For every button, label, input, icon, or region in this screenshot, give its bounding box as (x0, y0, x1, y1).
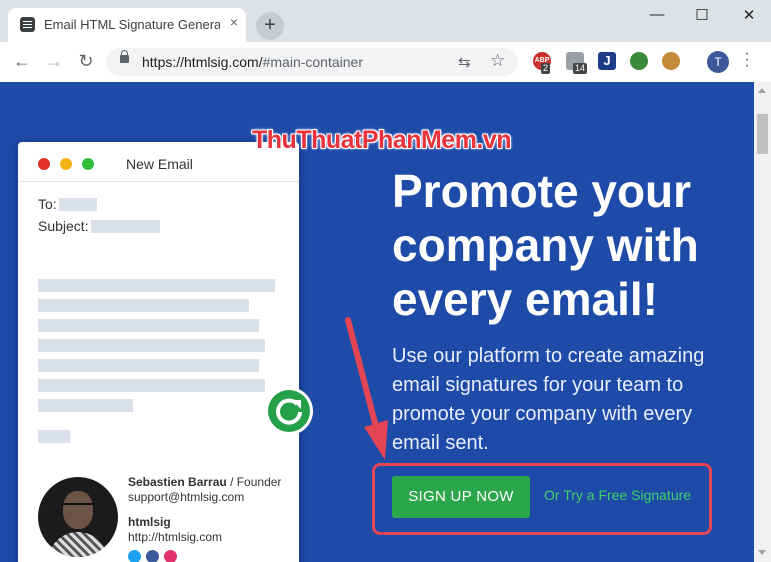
signature-company: htmlsig (128, 515, 171, 529)
address-bar[interactable]: https://htmlsig.com/#main-container ⇆ ☆ (106, 48, 518, 76)
money-extension-icon[interactable] (630, 52, 648, 70)
instagram-icon[interactable] (164, 550, 177, 562)
twitter-icon[interactable] (128, 550, 141, 562)
placeholder-line (38, 279, 275, 292)
scroll-up-icon[interactable] (758, 88, 766, 93)
tab-close-icon[interactable]: × (226, 14, 242, 32)
to-label: To: (38, 196, 57, 212)
signature-role: / Founder (230, 475, 282, 489)
new-tab-button[interactable]: + (256, 12, 284, 40)
sign-up-button[interactable]: SIGN UP NOW (392, 476, 530, 518)
url-host: https://htmlsig.com/ (142, 54, 263, 70)
placeholder-bar (91, 220, 160, 233)
avatar-shirt (48, 532, 108, 557)
scroll-down-icon[interactable] (758, 550, 766, 555)
signature-site: http://htmlsig.com (128, 530, 223, 544)
forward-button[interactable]: → (43, 51, 65, 71)
close-window-button[interactable]: ✕ (734, 6, 764, 24)
email-preview-card: New Email To: Subject: Sebastien Barrau … (18, 142, 299, 562)
menu-icon[interactable]: · · · (741, 46, 753, 74)
placeholder-bar (59, 198, 97, 211)
signature-name-line: Sebastien Barrau / Founder (128, 475, 281, 489)
star-icon[interactable]: ☆ (490, 51, 505, 71)
adblock-badge: 2 (541, 63, 551, 74)
minimize-button[interactable]: — (642, 6, 672, 23)
cookie-icon[interactable] (662, 52, 680, 70)
url-text: https://htmlsig.com/#main-container (142, 54, 363, 70)
refresh-icon[interactable] (265, 387, 313, 435)
reload-button[interactable]: ↻ (75, 51, 97, 71)
avatar-glasses (62, 503, 94, 513)
avatar (38, 477, 118, 557)
email-card-title: New Email (126, 156, 193, 172)
document-icon (20, 17, 35, 32)
free-signature-link[interactable]: Or Try a Free Signature (544, 487, 691, 503)
refresh-icon-inner (268, 390, 310, 432)
placeholder-line (38, 359, 259, 372)
placeholder-line (38, 339, 265, 352)
signature-name: Sebastien Barrau (128, 475, 227, 489)
profile-avatar[interactable]: T (707, 51, 729, 73)
divider (18, 181, 299, 182)
vertical-scrollbar[interactable] (754, 82, 771, 562)
annotation-arrow (345, 317, 388, 460)
tab-title: Email HTML Signature Generator (44, 17, 220, 32)
headline-line-3: every email! (392, 273, 658, 325)
placeholder-line (38, 430, 70, 443)
subject-label: Subject: (38, 218, 89, 234)
facebook-icon[interactable] (146, 550, 159, 562)
placeholder-line (38, 299, 249, 312)
placeholder-line (38, 319, 259, 332)
scroll-thumb[interactable] (757, 114, 768, 154)
lock-icon (120, 50, 129, 63)
url-path: #main-container (262, 54, 363, 70)
browser-toolbar: ← → ↻ https://htmlsig.com/#main-containe… (0, 42, 771, 83)
green-dot-icon (82, 158, 94, 170)
yellow-dot-icon (60, 158, 72, 170)
j-extension-icon[interactable]: J (598, 52, 616, 70)
headline-line-2: company with (392, 219, 699, 271)
refresh-arrow-svg (276, 398, 302, 425)
red-dot-icon (38, 158, 50, 170)
headline-line-1: Promote your (392, 165, 692, 217)
page-content: New Email To: Subject: Sebastien Barrau … (0, 82, 754, 562)
maximize-button[interactable]: ☐ (687, 6, 717, 24)
browser-tab[interactable]: Email HTML Signature Generator × (8, 8, 246, 42)
hero-headline: Promote your company with every email! (392, 164, 752, 326)
back-button[interactable]: ← (11, 51, 33, 71)
translate-icon[interactable]: ⇆ (458, 53, 471, 71)
watermark-logo: ThuThuatPhanMem.vn (252, 126, 512, 154)
tab-strip: Email HTML Signature Generator × + — ☐ ✕ (0, 0, 771, 42)
signature-email: support@htmlsig.com (128, 490, 245, 504)
hero-subtext: Use our platform to create amazing email… (392, 345, 705, 454)
placeholder-line (38, 379, 265, 392)
placeholder-line (38, 399, 133, 412)
shield-badge: 14 (573, 63, 588, 74)
